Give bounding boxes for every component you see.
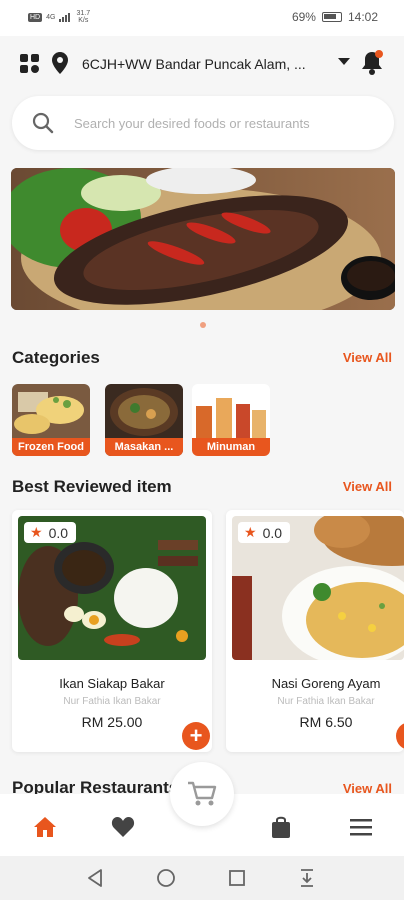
search-placeholder: Search your desired foods or restaurants [74,116,310,131]
search-icon [32,112,54,134]
bell-icon[interactable] [360,50,384,76]
rating-value: 0.0 [48,524,69,541]
best-reviewed-view-all-link[interactable]: View All [343,479,392,494]
food-card[interactable]: ★ 0.0 Nasi Goreng Ayam Nur Fathia Ikan B… [226,510,404,752]
food-name: Nasi Goreng Ayam [271,676,381,691]
rating-value: 0.0 [262,524,283,541]
status-left: HD 4G 31.7 K/s [28,10,90,24]
battery-icon [321,12,342,22]
home-icon[interactable] [32,814,58,840]
notification-pull-icon[interactable] [298,868,316,888]
back-icon[interactable] [86,868,104,888]
restaurant-name: Nur Fathia Ikan Bakar [277,696,375,707]
status-right: 69% 14:02 [292,10,378,24]
notification-dot [375,50,383,58]
signal-icon [59,12,71,22]
system-navigation-bar [0,856,404,900]
home-circle-icon[interactable] [156,868,176,888]
carrier-badge: HD [28,12,43,22]
promo-banner[interactable] [11,168,395,310]
speed-value: 31.7 [76,10,91,17]
rating-badge: ★ 0.0 [24,522,77,543]
search-bar[interactable]: Search your desired foods or restaurants [12,96,394,150]
add-to-cart-button[interactable]: + [182,722,210,750]
star-icon: ★ [244,524,257,540]
best-reviewed-title: Best Reviewed item [12,477,172,496]
battery-percent: 69% [291,10,316,24]
category-label: Frozen Food [12,438,90,456]
recents-icon[interactable] [228,868,246,888]
bag-icon[interactable] [268,814,294,840]
cart-button[interactable] [170,762,234,826]
category-frozen-food[interactable]: Frozen Food [12,384,90,456]
network-speed: 31.7 K/s [76,10,90,24]
menu-icon[interactable] [348,814,374,840]
carousel-indicator[interactable] [200,322,206,328]
category-label: Masakan ... [105,438,183,456]
clock: 14:02 [347,10,378,24]
heart-icon[interactable] [110,814,136,840]
rating-badge: ★ 0.0 [238,522,291,543]
categories-title: Categories [12,348,100,367]
category-label: Minuman [192,438,270,456]
grid-icon[interactable] [20,54,40,74]
speed-unit: K/s [78,17,89,24]
food-price: RM 25.00 [81,714,143,730]
restaurant-name: Nur Fathia Ikan Bakar [63,696,161,707]
categories-view-all-link[interactable]: View All [343,350,392,365]
plus-icon: + [189,723,203,748]
cart-icon [188,781,217,806]
location-pin-icon [52,52,68,74]
grilled-fish-image [11,168,395,310]
delivery-address[interactable]: 6CJH+WW Bandar Puncak Alam, ... [82,56,312,72]
star-icon: ★ [30,524,43,540]
status-bar: HD 4G 31.7 K/s 69% 14:02 [0,0,404,36]
food-name: Ikan Siakap Bakar [59,676,165,691]
food-card[interactable]: ★ 0.0 Ikan Siakap Bakar Nur Fathia Ikan … [12,510,212,752]
category-minuman[interactable]: Minuman [192,384,270,456]
chevron-down-icon[interactable] [338,58,350,65]
category-masakan[interactable]: Masakan ... [105,384,183,456]
network-type: 4G [46,13,56,21]
food-price: RM 6.50 [299,714,353,730]
